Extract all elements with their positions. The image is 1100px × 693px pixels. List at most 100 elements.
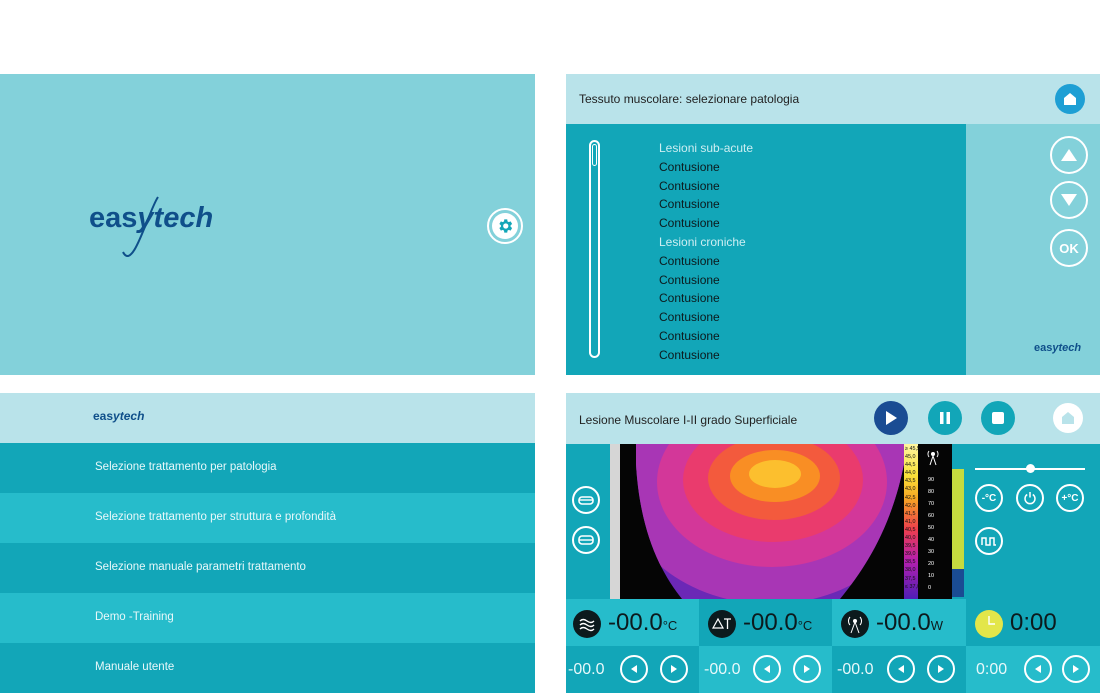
menu-item-structure[interactable]: Selezione trattamento per struttura e pr… — [0, 493, 535, 543]
applicator-bottom-button[interactable] — [572, 526, 600, 554]
treatment-panel: Lesione Muscolare I-II grado Superficial… — [566, 393, 1100, 693]
treatment-side-controls: -°C +°C — [966, 444, 1100, 599]
list-item[interactable]: Contusione — [659, 158, 753, 177]
triangle-right-icon — [671, 665, 677, 673]
list-item[interactable]: Contusione — [659, 308, 753, 327]
menu-header: easytech — [0, 393, 535, 443]
list-item[interactable]: Contusione — [659, 214, 753, 233]
play-button[interactable] — [874, 401, 908, 435]
triangle-left-icon — [1035, 665, 1041, 673]
timer-setpoint: 0:00 — [976, 661, 1008, 678]
temp-scale-label: 41,5 — [905, 510, 916, 517]
scroll-up-button[interactable] — [1050, 136, 1088, 174]
power-value: -00.0W — [876, 609, 943, 636]
increase-button[interactable] — [660, 655, 688, 683]
delta-temp-icon — [708, 610, 736, 638]
minus-temp-button[interactable]: -°C — [975, 484, 1003, 512]
power-scale-label: 70 — [928, 501, 935, 507]
scrollbar[interactable] — [589, 140, 600, 358]
list-item[interactable]: Contusione — [659, 327, 753, 346]
applicator-icon — [578, 496, 594, 505]
menu-item-label: Selezione trattamento per struttura e pr… — [95, 511, 337, 523]
decrease-button[interactable] — [620, 655, 648, 683]
increase-button[interactable] — [1062, 655, 1090, 683]
list-item[interactable]: Contusione — [659, 252, 753, 271]
power-scale-label: 30 — [928, 549, 935, 555]
menu-item-user-manual[interactable]: Manuale utente — [0, 643, 535, 693]
applicator-top-button[interactable] — [572, 486, 600, 514]
power-button[interactable] — [1016, 484, 1044, 512]
power-scale-label: 0 — [928, 585, 932, 591]
delta-temp-value: -00.0°C — [743, 609, 813, 636]
decrease-button[interactable] — [753, 655, 781, 683]
power-scale-label: 80 — [928, 489, 935, 495]
temp-scale-label: 44,0 — [905, 470, 916, 477]
scroll-down-button[interactable] — [1050, 181, 1088, 219]
triangle-right-icon — [1073, 665, 1079, 673]
increase-button[interactable] — [793, 655, 821, 683]
list-item[interactable]: Contusione — [659, 346, 753, 365]
triangle-right-icon — [938, 665, 944, 673]
thermal-area: ≥ 45,5 45,0 44,5 44,0 43,5 43,0 42,5 42,0 41,5 41… — [566, 444, 966, 599]
temp-scale-label: 40,5 — [905, 526, 916, 533]
adjust-skin-temp: -00.0 — [566, 646, 699, 693]
list-group-header: Lesioni sub-acute — [659, 141, 754, 155]
readout-timer: 0:00 — [966, 599, 1100, 646]
list-item[interactable]: Contusione — [659, 195, 753, 214]
depth-ruler — [610, 444, 620, 599]
decrease-button[interactable] — [1024, 655, 1052, 683]
clock-icon — [975, 610, 1003, 638]
pathology-title: Tessuto muscolare: selezionare patologia — [579, 92, 800, 106]
treatment-header: Lesione Muscolare I-II grado Superficial… — [566, 393, 1100, 444]
menu-item-label: Demo -Training — [95, 611, 174, 623]
slider-thumb[interactable] — [1026, 464, 1035, 473]
skin-temp-value: -00.0°C — [608, 609, 678, 636]
menu-item-manual-params[interactable]: Selezione manuale parametri trattamento — [0, 543, 535, 593]
decrease-button[interactable] — [887, 655, 915, 683]
timer-value: 0:00 — [1010, 609, 1057, 636]
increase-button[interactable] — [927, 655, 955, 683]
stop-button[interactable] — [981, 401, 1015, 435]
stop-icon — [992, 412, 1004, 424]
splash-panel: easytech — [0, 74, 535, 375]
pulse-mode-button[interactable] — [975, 527, 1003, 555]
scale-panel: ≥ 45,5 45,0 44,5 44,0 43,5 43,0 42,5 42,0 41,5 41… — [904, 444, 952, 599]
home-button[interactable] — [1053, 403, 1083, 433]
scrollbar-thumb[interactable] — [592, 144, 597, 166]
power-scale-labels: 90 80 70 60 50 40 30 20 10 0 — [928, 474, 934, 594]
power-scale-label: 50 — [928, 525, 935, 531]
plus-temp-button[interactable]: +°C — [1056, 484, 1084, 512]
antenna-icon — [927, 450, 939, 466]
power-scale-label: 90 — [928, 477, 935, 483]
power-scale-label: 10 — [928, 573, 935, 579]
power-setpoint: -00.0 — [837, 661, 874, 678]
play-icon — [886, 411, 897, 425]
pathology-list[interactable]: Lesioni sub-acute Contusione Contusione Con… — [566, 124, 966, 375]
power-icon — [1024, 492, 1036, 505]
triangle-right-icon — [804, 665, 810, 673]
temp-scale-label: 40,0 — [905, 535, 916, 542]
thermal-map — [610, 444, 904, 599]
home-button[interactable] — [1055, 84, 1085, 114]
list-group-header: Lesioni croniche — [659, 234, 746, 249]
list-item[interactable]: Contusione — [659, 177, 753, 196]
pause-button[interactable] — [928, 401, 962, 435]
temp-scale-label: 39,0 — [905, 551, 916, 558]
readout-skin-temp: -00.0°C — [566, 599, 699, 646]
ok-button[interactable]: OK — [1050, 229, 1088, 267]
adjust-delta-temp: -00.0 — [699, 646, 832, 693]
menu-item-pathology[interactable]: Selezione trattamento per patologia — [0, 443, 535, 493]
temp-scale-label: 37,5 — [905, 575, 916, 582]
plus-temp-label: +°C — [1061, 492, 1079, 504]
pathology-side-controls: OK easytech — [966, 124, 1100, 375]
temp-scale-label: 43,5 — [905, 478, 916, 485]
menu-item-demo[interactable]: Demo -Training — [0, 593, 535, 643]
list-item[interactable]: Contusione — [659, 289, 753, 308]
pathology-panel: Tessuto muscolare: selezionare patologia… — [566, 74, 1100, 375]
triangle-left-icon — [631, 665, 637, 673]
list-item[interactable]: Contusione — [659, 271, 753, 290]
settings-button[interactable] — [487, 208, 523, 244]
pause-icon — [940, 412, 950, 424]
applicator-icon — [578, 535, 594, 545]
home-icon — [1064, 93, 1076, 105]
